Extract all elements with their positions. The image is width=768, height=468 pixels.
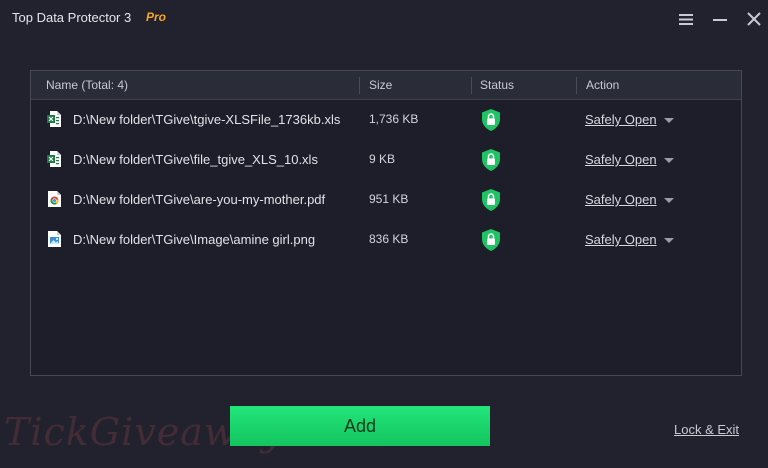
column-separator[interactable] [576,77,577,94]
column-separator[interactable] [359,77,360,94]
table-header: Name (Total: 4) Size Status Action [31,71,741,100]
table-row[interactable]: D:\New folder\TGive\file_tgive_XLS_10.xl… [31,140,741,180]
title-bar: Top Data Protector 3 Pro [0,0,768,38]
lock-exit-link[interactable]: Lock & Exit [674,422,739,437]
shield-lock-icon [482,109,500,131]
file-size: 1,736 KB [369,112,419,126]
menu-icon [679,14,693,25]
minimize-button[interactable] [711,10,729,28]
table-row[interactable]: D:\New folder\TGive\are-you-my-mother.pd… [31,180,741,220]
safely-open-link[interactable]: Safely Open [585,112,657,127]
shield-lock-icon [482,189,500,211]
file-list-panel: Name (Total: 4) Size Status Action D:\Ne… [30,70,742,376]
shield-lock-icon [482,149,500,171]
column-header-size[interactable]: Size [369,78,392,92]
column-header-status[interactable]: Status [480,78,514,92]
chevron-down-icon[interactable] [663,117,675,125]
file-path: D:\New folder\TGive\tgive-XLSFile_1736kb… [73,112,341,127]
add-button[interactable]: Add [230,406,490,446]
file-path: D:\New folder\TGive\file_tgive_XLS_10.xl… [73,152,318,167]
safely-open-link[interactable]: Safely Open [585,152,657,167]
file-path: D:\New folder\TGive\Image\amine girl.png [73,232,316,247]
table-row[interactable]: D:\New folder\TGive\Image\amine girl.png… [31,220,741,260]
minimize-icon [713,19,727,21]
column-header-action[interactable]: Action [586,78,619,92]
table-row[interactable]: D:\New folder\TGive\tgive-XLSFile_1736kb… [31,100,741,140]
close-icon [747,12,761,26]
app-title: Top Data Protector 3 [12,10,132,25]
chrome-pdf-icon [48,191,61,207]
safely-open-link[interactable]: Safely Open [585,232,657,247]
chevron-down-icon[interactable] [663,237,675,245]
file-size: 836 KB [369,232,409,246]
close-button[interactable] [745,10,763,28]
excel-file-icon [47,151,61,167]
file-size: 951 KB [369,192,409,206]
column-header-name[interactable]: Name (Total: 4) [46,78,128,92]
file-path: D:\New folder\TGive\are-you-my-mother.pd… [73,192,326,207]
column-separator[interactable] [471,77,472,94]
shield-lock-icon [482,229,500,251]
menu-button[interactable] [677,10,695,28]
excel-file-icon [47,111,61,127]
safely-open-link[interactable]: Safely Open [585,192,657,207]
chevron-down-icon[interactable] [663,157,675,165]
image-file-icon [48,231,61,247]
edition-badge: Pro [146,10,167,24]
chevron-down-icon[interactable] [663,197,675,205]
file-size: 9 KB [369,152,396,166]
